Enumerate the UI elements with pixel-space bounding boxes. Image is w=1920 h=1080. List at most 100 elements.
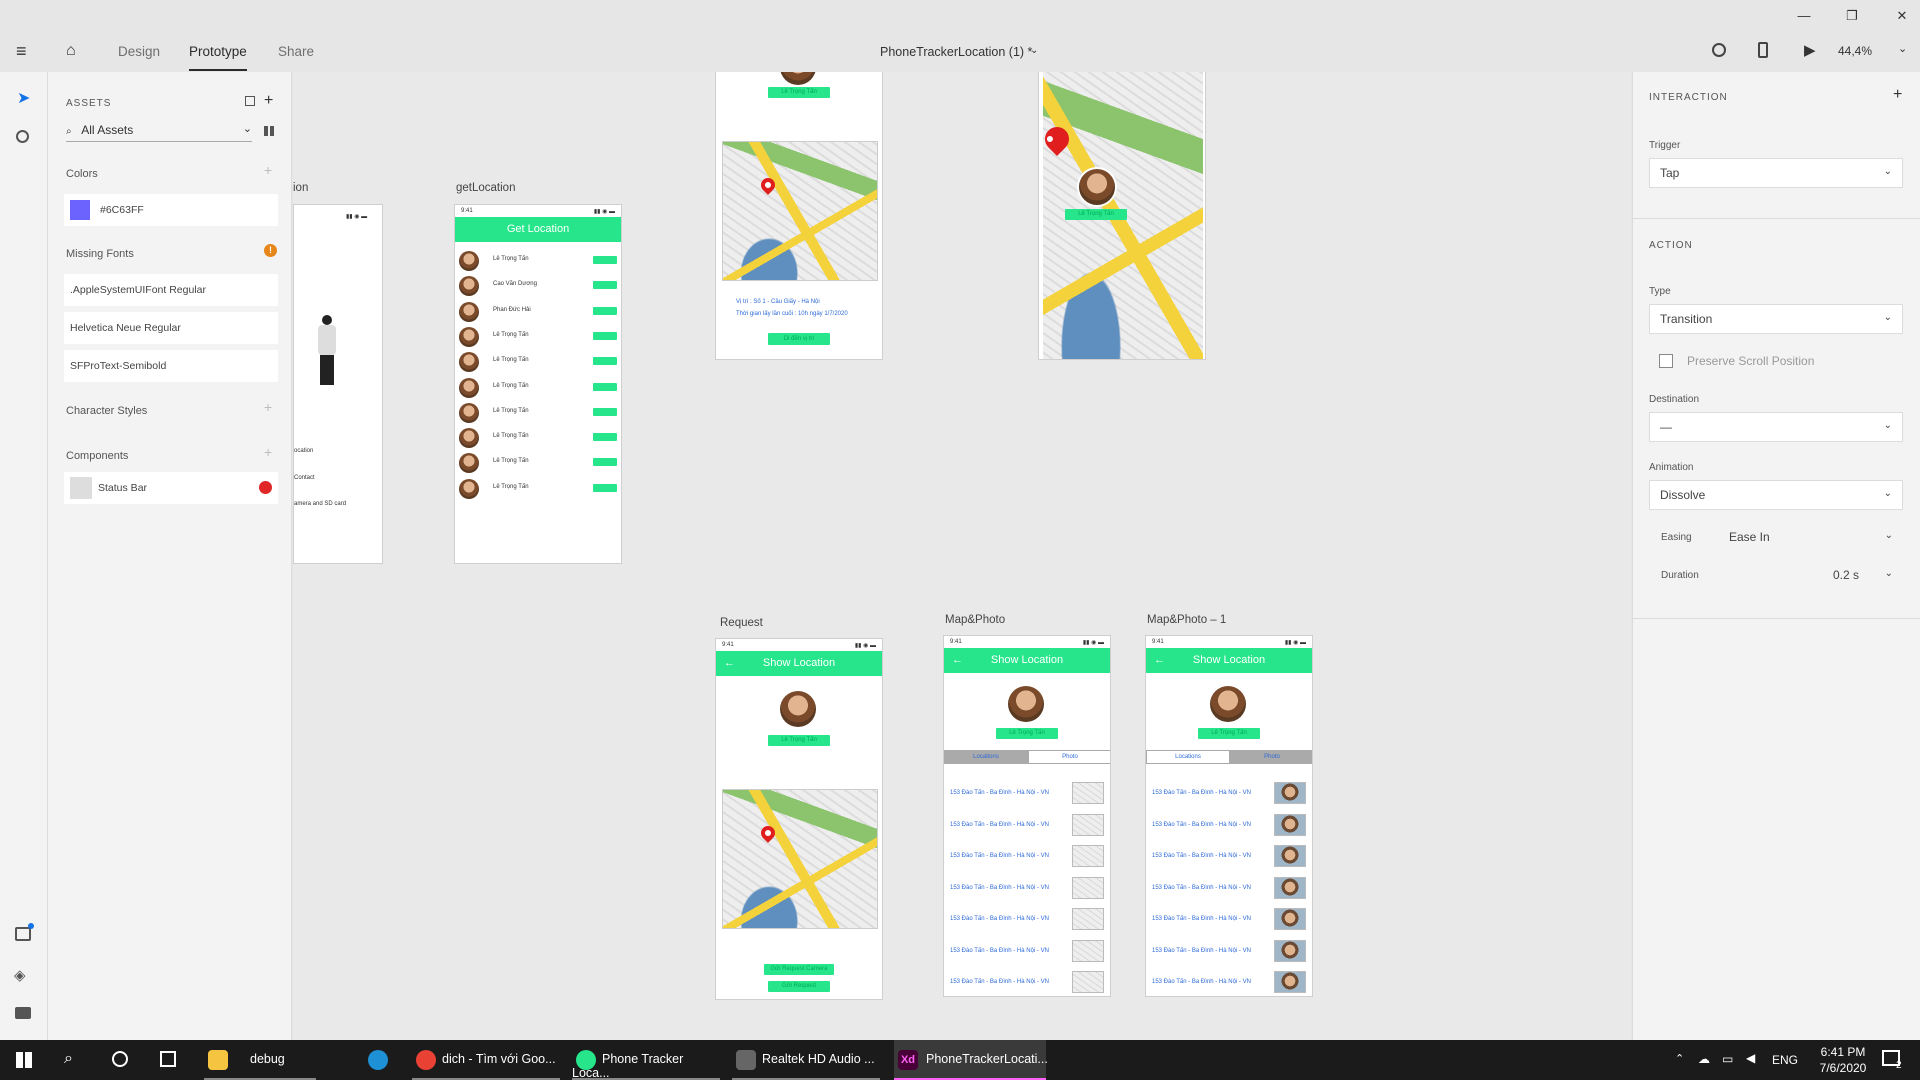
document-title[interactable]: PhoneTrackerLocation (1) * (880, 45, 1032, 59)
location-row[interactable]: 153 Đào Tấn - Ba Đình - Hà Nội - VN (944, 876, 1110, 901)
person-row[interactable]: Lê Trọng Tấn (455, 401, 621, 423)
person-row[interactable]: Lê Trọng Tấn (455, 350, 621, 373)
person-row[interactable]: Phan Đức Hải (455, 300, 621, 322)
map-thumbnail[interactable] (1072, 971, 1104, 993)
artboard-label[interactable]: Map&Photo – 1 (1147, 614, 1226, 626)
go-to-location-button[interactable]: Di đến vị trí (768, 333, 830, 345)
zoom-level[interactable]: 44,4% (1838, 44, 1872, 58)
person-row[interactable]: Lê Trọng Tấn (455, 477, 621, 499)
grid-view-icon[interactable] (264, 126, 274, 136)
canvas[interactable]: ion ▮▮ ◉ ▬ ocation Contact amera and SD … (293, 72, 1631, 1040)
location-row[interactable]: 153 Đào Tấn - Ba Đình - Hà Nội - VN (944, 782, 1110, 806)
request-button[interactable] (593, 281, 617, 290)
photo-thumbnail[interactable] (1274, 813, 1306, 836)
component-item[interactable]: Status Bar (64, 472, 278, 504)
hamburger-icon[interactable]: ≡ (16, 42, 27, 60)
photo-thumbnail[interactable] (1274, 971, 1306, 993)
artboard-map[interactable]: Lê Trọng Tấn (1038, 72, 1206, 360)
person-row[interactable]: Lê Trọng Tấn (455, 426, 621, 449)
assets-icon[interactable] (15, 927, 31, 941)
taskbar-item-phonetracker[interactable]: Phone Tracker Loca... (572, 1040, 720, 1080)
request-button[interactable] (593, 407, 617, 416)
tab-photo[interactable]: Photo (1028, 750, 1110, 764)
taskbar-item-debug[interactable]: debug (204, 1040, 316, 1080)
request-button[interactable] (593, 256, 617, 264)
person-row[interactable]: Lê Trọng Tấn (455, 451, 621, 474)
language-indicator[interactable]: ENG (1772, 1053, 1798, 1067)
font-item[interactable]: .AppleSystemUIFont Regular (64, 274, 278, 306)
tab-share[interactable]: Share (278, 44, 314, 59)
layers-icon[interactable]: ◈ (14, 966, 26, 984)
color-swatch-row[interactable]: #6C63FF (64, 194, 278, 226)
location-row[interactable]: 153 Đào Tấn - Ba Đình - Hà Nội - VN (1146, 813, 1312, 838)
photo-thumbnail[interactable] (1274, 876, 1306, 899)
add-icon[interactable]: + (264, 92, 273, 110)
destination-select[interactable]: — ⌄ (1649, 412, 1903, 442)
taskbar-item-xd[interactable]: Xd PhoneTrackerLocati... (894, 1040, 1048, 1080)
tab-design[interactable]: Design (118, 44, 160, 59)
back-arrow-icon[interactable]: ← (952, 648, 963, 673)
add-component-icon[interactable]: + (264, 444, 272, 460)
font-item[interactable]: Helvetica Neue Regular (64, 312, 278, 344)
location-row[interactable]: 153 Đào Tấn - Ba Đình - Hà Nội - VN (944, 971, 1110, 995)
photo-thumbnail[interactable] (1274, 845, 1306, 867)
back-arrow-icon[interactable]: ← (1154, 648, 1165, 673)
minimize-icon[interactable]: — (1792, 8, 1816, 26)
request-button[interactable] (593, 433, 617, 442)
request-button[interactable] (593, 382, 617, 391)
artboard-getlocation[interactable]: 9:41 ▮▮ ◉ ▬ Get Location Lê Trọng Tấn Cao … (454, 204, 622, 564)
person-row[interactable]: Lê Trọng Tấn (455, 376, 621, 398)
trigger-select[interactable]: Tap ⌄ (1649, 158, 1903, 188)
person-row[interactable]: Lê Trọng Tấn (455, 325, 621, 347)
location-row[interactable]: 153 Đào Tấn - Ba Đình - Hà Nội - VN (1146, 939, 1312, 964)
font-item[interactable]: SFProText-Semibold (64, 350, 278, 382)
request-button[interactable] (593, 331, 617, 340)
plugins-icon[interactable] (15, 1007, 31, 1019)
request-button[interactable] (593, 357, 617, 366)
add-style-icon[interactable]: + (264, 399, 272, 415)
windows-start-icon[interactable] (16, 1052, 32, 1068)
device-preview-icon[interactable] (1758, 42, 1768, 58)
location-row[interactable]: 153 Đào Tấn - Ba Đình - Hà Nội - VN (1146, 971, 1312, 995)
map-thumbnail[interactable] (1072, 908, 1104, 930)
tab-prototype[interactable]: Prototype (189, 44, 247, 71)
request-camera-button[interactable]: Gửi Request Camera (764, 964, 834, 975)
location-row[interactable]: 153 Đào Tấn - Ba Đình - Hà Nội - VN (944, 939, 1110, 964)
new-library-icon[interactable] (245, 96, 255, 106)
location-row[interactable]: 153 Đào Tấn - Ba Đình - Hà Nội - VN (944, 908, 1110, 932)
zoom-chevron-icon[interactable]: ⌄ (1898, 42, 1907, 55)
network-icon[interactable]: ▭ (1722, 1052, 1733, 1066)
map-thumbnail[interactable] (1072, 876, 1104, 899)
photo-thumbnail[interactable] (1274, 908, 1306, 930)
artboard-request[interactable]: 9:41 ▮▮ ◉ ▬ ← Show Location Lê Trọng Tấn … (715, 638, 883, 1000)
add-color-icon[interactable]: + (264, 162, 272, 178)
photo-thumbnail[interactable] (1274, 782, 1306, 804)
map-thumbnail[interactable] (1072, 845, 1104, 867)
artboard-label[interactable]: getLocation (456, 182, 515, 194)
map-thumbnail[interactable] (1072, 939, 1104, 962)
user-icon[interactable] (1712, 43, 1726, 57)
tab-locations[interactable]: Locations (944, 750, 1028, 764)
location-row[interactable]: 153 Đào Tấn - Ba Đình - Hà Nội - VN (1146, 782, 1312, 806)
artboard-label[interactable]: Map&Photo (945, 614, 1005, 626)
person-row[interactable]: Lê Trọng Tấn (455, 249, 621, 271)
task-view-icon[interactable] (160, 1051, 176, 1067)
location-row[interactable]: 153 Đào Tấn - Ba Đình - Hà Nội - VN (944, 845, 1110, 869)
tab-locations[interactable]: Locations (1146, 750, 1230, 764)
taskbar-item-chrome[interactable]: dich - Tìm với Goo... (412, 1040, 560, 1080)
restore-icon[interactable]: ❐ (1840, 8, 1864, 26)
search-icon[interactable]: ⌕ (64, 1050, 73, 1068)
location-row[interactable]: 153 Đào Tấn - Ba Đình - Hà Nội - VN (1146, 876, 1312, 901)
location-row[interactable]: 153 Đào Tấn - Ba Đình - Hà Nội - VN (1146, 908, 1312, 932)
location-row[interactable]: 153 Đào Tấn - Ba Đình - Hà Nội - VN (944, 813, 1110, 838)
weather-icon[interactable]: ☁ (1698, 1052, 1710, 1066)
select-tool-icon[interactable]: ➤ (17, 88, 30, 108)
tab-photo[interactable]: Photo (1230, 750, 1312, 764)
type-select[interactable]: Transition ⌄ (1649, 304, 1903, 334)
home-icon[interactable]: ⌂ (66, 42, 76, 60)
preserve-scroll-checkbox[interactable] (1659, 354, 1673, 368)
volume-icon[interactable]: ◀ (1746, 1051, 1755, 1065)
play-icon[interactable]: ▶ (1804, 41, 1816, 59)
chevron-down-icon[interactable]: ⌄ (1030, 45, 1038, 56)
close-icon[interactable]: ✕ (1890, 8, 1914, 26)
